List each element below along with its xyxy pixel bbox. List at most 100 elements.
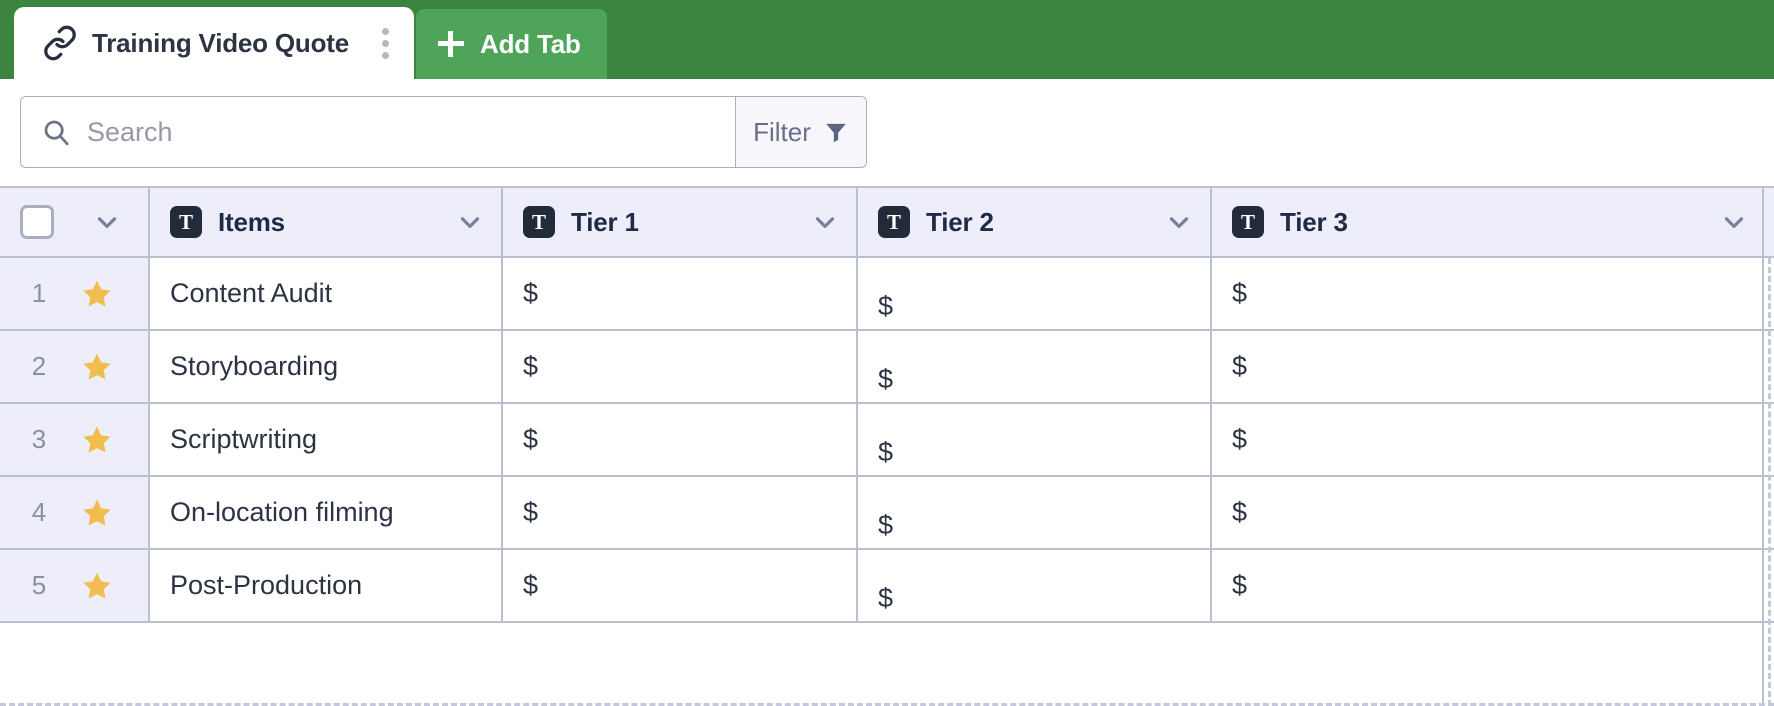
cell-tier-1[interactable]: $: [503, 550, 858, 621]
cell-tier-2[interactable]: $: [858, 477, 1212, 548]
cell-tier-1-text: $: [523, 278, 539, 308]
tab-bar: Training Video Quote Add Tab: [0, 0, 1774, 79]
row-number: 3: [31, 424, 47, 454]
cell-tier-1-text: $: [523, 570, 539, 600]
table-right-dashed-edge: [1768, 258, 1771, 706]
cell-item-text: Content Audit: [170, 278, 333, 308]
table-body: 1 Content Audit $ $ $2 Storyboarding $ $ $3 Scrip…: [0, 258, 1774, 623]
cell-item-text: Scriptwriting: [170, 424, 318, 454]
cell-tier-3-text: $: [1232, 570, 1248, 600]
cell-tier-3[interactable]: $: [1212, 258, 1765, 329]
search-bar: Filter: [20, 96, 867, 168]
column-header-label: Items: [218, 206, 285, 237]
cell-tier-3[interactable]: $: [1212, 331, 1765, 402]
cell-tier-2-text: $: [878, 437, 894, 467]
cell-tier-3-text: $: [1232, 497, 1248, 527]
cell-tier-3[interactable]: $: [1212, 404, 1765, 475]
plus-icon: [438, 31, 464, 57]
cell-tier-1[interactable]: $: [503, 477, 858, 548]
cell-tier-3-text: $: [1232, 278, 1248, 308]
table-row[interactable]: 4 On-location filming $ $ $: [0, 477, 1774, 550]
column-header-tier-2[interactable]: T Tier 2: [858, 188, 1212, 256]
gutter-chevron-down-icon[interactable]: [92, 207, 122, 237]
cell-tier-3-text: $: [1232, 424, 1248, 454]
cell-tier-2[interactable]: $: [858, 404, 1212, 475]
column-menu-chevron-down-icon[interactable]: [1164, 207, 1194, 237]
header-gutter-cell: [0, 188, 150, 256]
column-header-label: Tier 3: [1280, 206, 1348, 237]
add-tab-button[interactable]: Add Tab: [416, 9, 607, 79]
cell-item[interactable]: Post-Production: [150, 550, 503, 621]
search-toolbar: Filter: [0, 79, 1774, 186]
cell-tier-3[interactable]: $: [1212, 550, 1765, 621]
table-row[interactable]: 1 Content Audit $ $ $: [0, 258, 1774, 331]
filter-label: Filter: [753, 116, 811, 147]
text-type-icon: T: [878, 206, 910, 238]
table-row[interactable]: 3 Scriptwriting $ $ $: [0, 404, 1774, 477]
select-all-checkbox[interactable]: [20, 205, 54, 239]
cell-item-text: Storyboarding: [170, 351, 339, 381]
search-field[interactable]: [21, 97, 735, 167]
cell-tier-2[interactable]: $: [858, 550, 1212, 621]
cell-tier-3-text: $: [1232, 351, 1248, 381]
star-icon[interactable]: [80, 277, 114, 311]
cell-item[interactable]: On-location filming: [150, 477, 503, 548]
table-row[interactable]: 2 Storyboarding $ $ $: [0, 331, 1774, 404]
filter-button[interactable]: Filter: [735, 97, 866, 167]
funnel-icon: [823, 119, 849, 145]
star-icon[interactable]: [80, 423, 114, 457]
row-number: 2: [31, 351, 47, 381]
text-type-icon: T: [523, 206, 555, 238]
column-menu-chevron-down-icon[interactable]: [455, 207, 485, 237]
table-row[interactable]: 5 Post-Production $ $ $: [0, 550, 1774, 623]
row-gutter-cell: 5: [0, 550, 150, 621]
column-header-items[interactable]: T Items: [150, 188, 503, 256]
text-type-icon: T: [170, 206, 202, 238]
cell-tier-3[interactable]: $: [1212, 477, 1765, 548]
cell-item[interactable]: Scriptwriting: [150, 404, 503, 475]
star-icon[interactable]: [80, 496, 114, 530]
cell-tier-2[interactable]: $: [858, 258, 1212, 329]
cell-tier-1-text: $: [523, 351, 539, 381]
text-type-icon: T: [1232, 206, 1264, 238]
column-menu-chevron-down-icon[interactable]: [1719, 207, 1749, 237]
row-gutter-cell: 1: [0, 258, 150, 329]
row-number: 1: [31, 278, 47, 308]
row-gutter-cell: 3: [0, 404, 150, 475]
cell-item[interactable]: Storyboarding: [150, 331, 503, 402]
cell-tier-1[interactable]: $: [503, 404, 858, 475]
link-icon: [40, 23, 80, 63]
tab-title: Training Video Quote: [92, 27, 349, 58]
column-header-label: Tier 1: [571, 206, 639, 237]
cell-item-text: On-location filming: [170, 497, 394, 527]
cell-tier-1[interactable]: $: [503, 258, 858, 329]
cell-tier-2[interactable]: $: [858, 331, 1212, 402]
tab-training-video-quote[interactable]: Training Video Quote: [14, 7, 414, 79]
column-header-tier-1[interactable]: T Tier 1: [503, 188, 858, 256]
search-input[interactable]: [87, 97, 735, 167]
star-icon[interactable]: [80, 350, 114, 384]
data-table: T Items T Tier 1 T Tier 2 T Tier 3 1 Con…: [0, 186, 1774, 706]
cell-item[interactable]: Content Audit: [150, 258, 503, 329]
cell-tier-1[interactable]: $: [503, 331, 858, 402]
row-number: 5: [31, 570, 47, 600]
star-icon[interactable]: [80, 569, 114, 603]
table-right-border: [1762, 186, 1764, 706]
row-number: 4: [31, 497, 47, 527]
kebab-menu-icon[interactable]: [372, 21, 398, 65]
cell-tier-1-text: $: [523, 424, 539, 454]
column-header-tier-3[interactable]: T Tier 3: [1212, 188, 1765, 256]
cell-tier-2-text: $: [878, 583, 894, 613]
cell-item-text: Post-Production: [170, 570, 363, 600]
search-icon: [41, 117, 71, 147]
cell-tier-2-text: $: [878, 291, 894, 321]
row-gutter-cell: 4: [0, 477, 150, 548]
table-header-row: T Items T Tier 1 T Tier 2 T Tier 3: [0, 186, 1774, 258]
add-tab-label: Add Tab: [480, 28, 581, 59]
cell-tier-2-text: $: [878, 364, 894, 394]
row-gutter-cell: 2: [0, 331, 150, 402]
cell-tier-2-text: $: [878, 510, 894, 540]
column-header-label: Tier 2: [926, 206, 994, 237]
cell-tier-1-text: $: [523, 497, 539, 527]
column-menu-chevron-down-icon[interactable]: [810, 207, 840, 237]
